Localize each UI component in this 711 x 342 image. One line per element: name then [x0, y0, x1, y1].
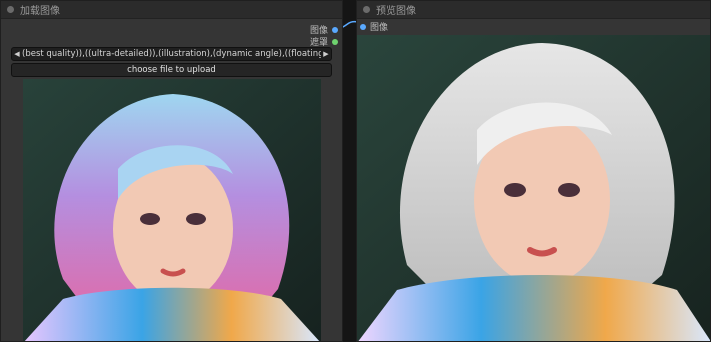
image-select-widget[interactable]: ◀ (best quality)),((ultra-detailed)),(il… — [11, 47, 332, 61]
loaded-image — [23, 79, 321, 341]
output-dot-icon[interactable] — [332, 38, 338, 45]
node-title: 加载图像 — [20, 6, 60, 17]
node-title-bar[interactable]: 加载图像 — [1, 1, 342, 19]
load-image-node[interactable]: 加载图像 图像 遮罩 ◀ (best quality)),((ultra-det… — [0, 0, 343, 342]
collapse-dot-icon[interactable] — [363, 6, 370, 13]
input-label: 图像 — [370, 23, 389, 33]
output-dot-icon[interactable] — [332, 26, 338, 33]
preview-image — [357, 35, 710, 341]
node-title-bar[interactable]: 预览图像 — [357, 1, 710, 19]
input-slot-image[interactable]: 图像 — [360, 20, 388, 33]
upload-button[interactable]: choose file to upload — [11, 63, 332, 77]
triangle-right-icon[interactable]: ▶ — [321, 50, 331, 58]
node-title: 预览图像 — [376, 6, 416, 17]
triangle-left-icon[interactable]: ◀ — [12, 50, 22, 58]
input-dot-icon[interactable] — [360, 23, 366, 30]
image-filename: (best quality)),((ultra-detailed)),(illu… — [22, 49, 321, 59]
preview-image-node[interactable]: 预览图像 图像 — [356, 0, 711, 342]
collapse-dot-icon[interactable] — [7, 6, 14, 13]
